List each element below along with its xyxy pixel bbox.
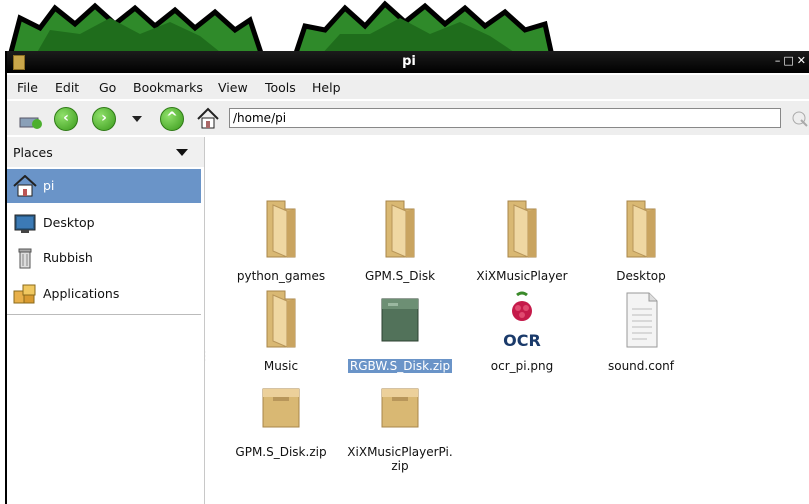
menu-bar: File Edit Go Bookmarks View Tools Help xyxy=(7,75,809,99)
home-button[interactable] xyxy=(195,106,221,132)
text-file-icon xyxy=(626,292,658,348)
back-button[interactable]: ‹ xyxy=(53,106,79,132)
file-item-xixmusicplayerpi-zip[interactable]: XiXMusicPlayerPi.zip xyxy=(340,375,460,473)
file-item-python-games[interactable]: python_games xyxy=(221,199,341,289)
sidebar-item-rubbish[interactable]: Rubbish xyxy=(7,241,201,275)
menu-bookmarks[interactable]: Bookmarks xyxy=(133,80,203,95)
file-label: GPM.S_Disk xyxy=(364,269,436,283)
forward-arrow-icon: › xyxy=(92,107,116,131)
window-title: pi xyxy=(402,54,416,69)
folder-icon xyxy=(266,290,296,348)
file-label: Desktop xyxy=(616,269,666,283)
menu-go[interactable]: Go xyxy=(99,80,116,95)
file-label: XiXMusicPlayer xyxy=(476,269,568,283)
chevron-down-icon xyxy=(132,116,142,122)
folder-icon xyxy=(266,200,296,258)
menu-tools[interactable]: Tools xyxy=(265,80,296,95)
file-view: python_games GPM.S_Disk XiXMusicPlayer D… xyxy=(206,137,809,504)
archive-icon xyxy=(262,388,300,428)
go-button[interactable] xyxy=(787,106,809,132)
menu-help[interactable]: Help xyxy=(312,80,341,95)
menu-file[interactable]: File xyxy=(17,80,38,95)
menu-edit[interactable]: Edit xyxy=(55,80,79,95)
file-label: python_games xyxy=(236,269,326,283)
file-item-xixmusicplayer[interactable]: XiXMusicPlayer xyxy=(462,199,582,289)
new-tab-button[interactable] xyxy=(17,106,43,132)
file-label: XiXMusicPlayerPi.zip xyxy=(347,445,453,473)
forward-button[interactable]: › xyxy=(91,106,117,132)
up-button[interactable]: ^ xyxy=(159,106,185,132)
file-item-gpm-s-disk-zip[interactable]: GPM.S_Disk.zip xyxy=(221,375,341,465)
file-label: RGBW.S_Disk.zip xyxy=(340,359,460,373)
file-item-music[interactable]: Music xyxy=(221,289,341,379)
sidebar: Places pi Desktop Rubbish Applications xyxy=(7,137,205,504)
desktop-icon xyxy=(14,214,36,233)
chevron-down-icon xyxy=(176,149,188,156)
up-arrow-icon: ^ xyxy=(160,107,184,131)
sidebar-item-desktop[interactable]: Desktop xyxy=(7,206,201,240)
trash-icon xyxy=(18,248,32,269)
maximize-icon[interactable]: □ xyxy=(783,54,796,67)
sidebar-item-label: Rubbish xyxy=(43,250,93,265)
file-item-ocr-pi-png[interactable]: OCR ocr_pi.png xyxy=(462,289,582,379)
go-icon xyxy=(792,111,808,127)
new-tab-icon xyxy=(19,117,42,129)
location-input[interactable] xyxy=(229,108,781,128)
file-item-gpm-s-disk[interactable]: GPM.S_Disk xyxy=(340,199,460,289)
home-icon xyxy=(197,107,219,129)
places-label: Places xyxy=(13,145,53,160)
file-manager-window: pi –□✕ File Edit Go Bookmarks View Tools… xyxy=(5,51,809,504)
sidebar-item-label: pi xyxy=(43,178,55,193)
ocr-logo-text: OCR xyxy=(503,331,541,350)
file-label: GPM.S_Disk.zip xyxy=(235,445,327,459)
sidebar-item-label: Applications xyxy=(43,286,120,301)
toolbar: ‹ › ^ xyxy=(7,101,809,135)
places-header[interactable]: Places xyxy=(7,137,204,167)
file-label: ocr_pi.png xyxy=(490,359,554,373)
file-item-desktop[interactable]: Desktop xyxy=(581,199,701,289)
file-label: Music xyxy=(263,359,299,373)
folder-icon xyxy=(507,200,537,258)
sidebar-item-label: Desktop xyxy=(43,215,95,230)
history-dropdown[interactable] xyxy=(127,106,153,132)
close-icon[interactable]: ✕ xyxy=(797,54,809,67)
file-item-sound-conf[interactable]: sound.conf xyxy=(581,289,701,379)
back-arrow-icon: ‹ xyxy=(54,107,78,131)
desktop-wallpaper-art xyxy=(7,0,555,56)
selected-file-name: RGBW.S_Disk.zip xyxy=(347,359,453,373)
window-controls: –□✕ xyxy=(775,54,809,67)
archive-icon xyxy=(381,298,419,342)
sidebar-item-pi[interactable]: pi xyxy=(7,169,201,203)
folder-icon xyxy=(385,200,415,258)
applications-icon xyxy=(13,284,36,304)
file-item-rgbw-s-disk-zip[interactable]: RGBW.S_Disk.zip xyxy=(340,289,460,379)
desktop-background xyxy=(0,0,809,56)
sidebar-item-applications[interactable]: Applications xyxy=(7,277,201,311)
home-icon xyxy=(13,175,37,197)
file-label: sound.conf xyxy=(607,359,674,373)
archive-icon xyxy=(381,388,419,428)
menu-view[interactable]: View xyxy=(218,80,248,95)
title-bar[interactable]: pi –□✕ xyxy=(7,51,809,73)
folder-icon xyxy=(626,200,656,258)
sidebar-divider xyxy=(7,314,201,315)
